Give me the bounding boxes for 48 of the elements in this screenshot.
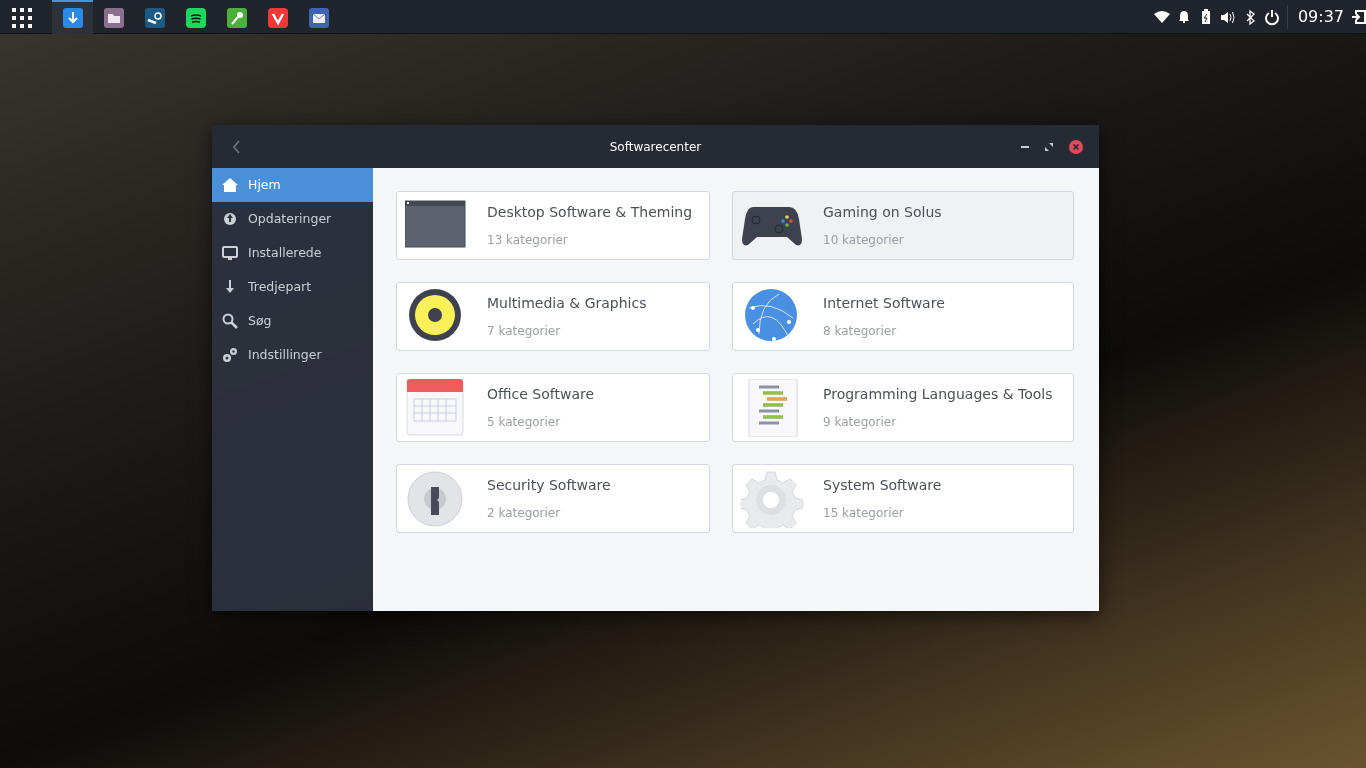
window-title: Softwarecenter: [609, 138, 702, 156]
category-count: 9 kategorier: [823, 414, 898, 431]
category-count: 15 kategorier: [823, 505, 905, 522]
monitor-icon: [222, 245, 238, 261]
sidebar-item[interactable]: Installerede: [212, 236, 373, 270]
category-card[interactable]: Security Software 2 kategorier: [396, 464, 710, 533]
category-title: Security Software: [487, 476, 611, 495]
category-card[interactable]: Gaming on Solus 10 kategorier: [732, 191, 1074, 260]
category-count: 10 kategorier: [823, 232, 905, 249]
v-letter-icon[interactable]: [267, 7, 288, 28]
category-card[interactable]: Multimedia & Graphics 7 kategorier: [396, 282, 710, 351]
category-card[interactable]: Office Software 5 kategorier: [396, 373, 710, 442]
power-icon[interactable]: [1262, 7, 1281, 26]
category-title: Office Software: [487, 385, 595, 404]
sidebar-item[interactable]: Søg: [212, 304, 373, 338]
key-icon[interactable]: [226, 7, 247, 28]
calendar-icon: [405, 378, 467, 437]
category-card[interactable]: Internet Software 8 kategorier: [732, 282, 1074, 351]
logout-icon[interactable]: [1352, 8, 1366, 25]
category-title: Programming Languages & Tools: [823, 385, 1053, 404]
app-menu-grid-icon[interactable]: [12, 7, 32, 28]
category-title: Internet Software: [823, 294, 945, 313]
maximize-icon[interactable]: [1045, 142, 1053, 151]
category-card[interactable]: Desktop Software & Theming 13 kategorier: [396, 191, 710, 260]
category-title: System Software: [823, 476, 942, 495]
close-icon[interactable]: [1069, 139, 1083, 154]
category-title: Multimedia & Graphics: [487, 294, 647, 313]
category-count: 2 kategorier: [487, 505, 562, 522]
category-count: 7 kategorier: [487, 323, 562, 340]
category-card[interactable]: System Software 15 kategorier: [732, 464, 1074, 533]
sidebar-item[interactable]: Tredjepart: [212, 270, 373, 304]
category-count: 5 kategorier: [487, 414, 562, 431]
category-card[interactable]: Programming Languages & Tools 9 kategorier: [732, 373, 1074, 442]
gears-icon: [222, 347, 238, 363]
category-count: 8 kategorier: [823, 323, 898, 340]
clock-time[interactable]: 09:37: [1286, 4, 1352, 29]
envelope-icon[interactable]: [308, 7, 329, 28]
category-title: Gaming on Solus: [823, 203, 942, 222]
category-count: 13 kategorier: [487, 232, 569, 249]
taskbar-app-button[interactable]: [52, 0, 93, 34]
sidebar-item[interactable]: Indstillinger: [212, 338, 373, 372]
gear-icon: [741, 469, 803, 528]
sidebar-item[interactable]: Opdateringer: [212, 202, 373, 236]
home-icon: [222, 177, 238, 193]
category-title: Desktop Software & Theming: [487, 203, 693, 222]
sound-waves-icon[interactable]: [185, 7, 206, 28]
folder-icon[interactable]: [103, 7, 124, 28]
search-icon: [222, 313, 238, 329]
